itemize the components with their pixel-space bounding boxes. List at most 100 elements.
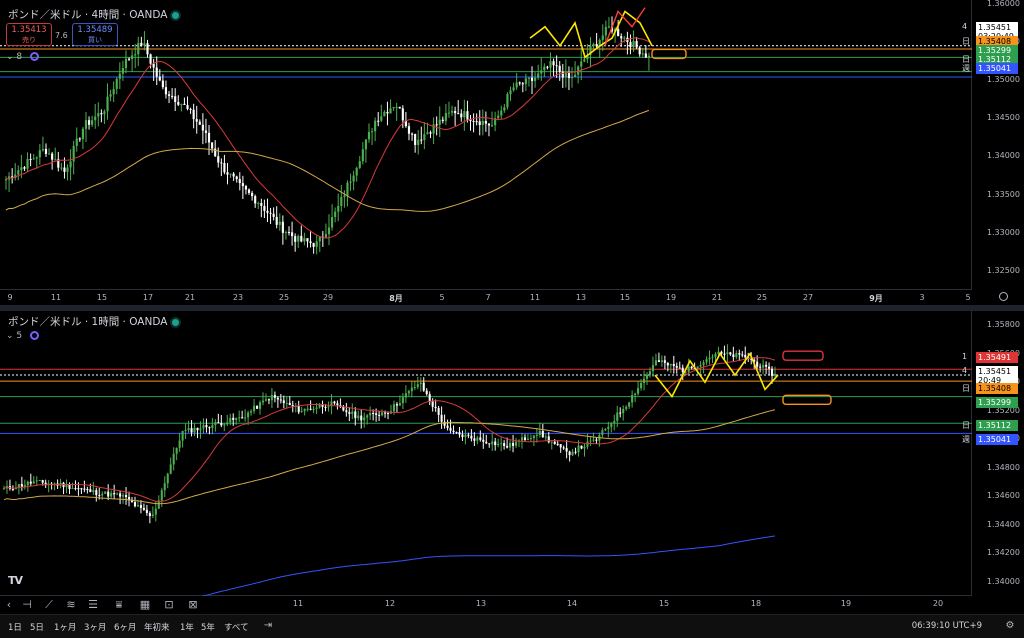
candle-body: [101, 493, 104, 496]
candle-body: [494, 441, 497, 446]
tf-5d[interactable]: 5日: [30, 621, 44, 633]
candle-body: [457, 113, 460, 115]
time-axis-4h[interactable]: 9 11 15 17 21 23 25 29 8月 5 7 11 13 15 19 21 25 27 9月 3 5: [0, 293, 972, 305]
time-tick: 3: [919, 293, 925, 302]
tf-ytd[interactable]: 年初来: [144, 621, 170, 633]
candle-body: [306, 408, 309, 410]
candle-body: [543, 66, 546, 71]
fib-tool-icon[interactable]: ≋: [62, 596, 80, 614]
candle-body: [503, 443, 506, 446]
price-scale-4h[interactable]: 1.360001.355001.350001.345001.340001.335…: [962, 0, 1024, 290]
clock-timezone[interactable]: 06:39:10 UTC+9: [912, 621, 982, 631]
time-tick: 12: [384, 599, 396, 608]
chart-pane-1h[interactable]: ポンド／米ドル · 1時間 · OANDA ⌄ 5 1.358001.35600…: [0, 311, 1024, 613]
indicators-toggle-4h[interactable]: ⌄ 8: [6, 52, 40, 62]
price-tick: 1.35000: [986, 75, 1020, 85]
candle-body: [171, 95, 174, 97]
candle-body: [361, 149, 364, 162]
candle-body: [561, 71, 564, 78]
candle-body: [38, 480, 41, 482]
tradingview-logo: TV: [8, 574, 23, 587]
candle-body: [559, 444, 562, 448]
symbol-title-1h[interactable]: ポンド／米ドル · 1時間 · OANDA: [8, 314, 180, 329]
level-tag: 日: [962, 37, 970, 47]
candle-body: [104, 491, 107, 494]
chevron-left-icon[interactable]: ‹: [0, 596, 18, 614]
candle-body: [407, 126, 411, 134]
tf-5y[interactable]: 5年: [201, 621, 215, 633]
trend-line-tool-icon[interactable]: ⟋: [40, 596, 58, 614]
channel-tool-icon[interactable]: ☰: [84, 596, 102, 614]
candle-body: [263, 205, 266, 211]
candle-body: [309, 241, 312, 244]
tf-6m[interactable]: 6ヶ月: [114, 621, 136, 633]
candle-body: [414, 134, 417, 145]
chart-settings-icon[interactable]: ⚙: [1004, 620, 1016, 632]
candle-body: [110, 492, 113, 497]
candle-body: [398, 106, 401, 109]
candle-body: [635, 40, 638, 48]
candle-body: [732, 354, 735, 358]
candle-body: [81, 128, 84, 140]
time-tick: 15: [96, 293, 108, 302]
settings-gear-icon[interactable]: [999, 292, 1008, 301]
goto-date-icon[interactable]: ⇥: [262, 620, 274, 632]
sell-button[interactable]: 1.35413 売り: [6, 23, 52, 46]
time-tick: 20: [932, 599, 944, 608]
time-tick: 5: [965, 293, 971, 302]
candle-body: [217, 156, 220, 163]
tf-1d[interactable]: 1日: [8, 621, 22, 633]
candle-body: [20, 484, 23, 487]
time-tick: 15: [619, 293, 631, 302]
candle-body: [702, 362, 705, 366]
candle-body: [512, 442, 515, 446]
candle-body: [413, 387, 416, 389]
horizontal-line-tool-icon[interactable]: ⊣: [18, 596, 36, 614]
candle-body: [223, 424, 226, 426]
tf-3m[interactable]: 3ヶ月: [84, 621, 106, 633]
candle-body: [276, 397, 279, 400]
candle-body: [336, 403, 339, 406]
candles-4h[interactable]: [0, 0, 972, 290]
candle-body: [140, 42, 143, 46]
brush-tool-icon[interactable]: ⊠: [184, 596, 202, 614]
rectangle-tool-icon[interactable]: ⊡: [160, 596, 178, 614]
candle-body: [529, 438, 532, 440]
candle-body: [98, 495, 101, 497]
candle-body: [145, 509, 148, 513]
candle-body: [160, 490, 163, 501]
ma-long-line: [201, 535, 776, 596]
candle-body: [398, 403, 401, 406]
tf-1y[interactable]: 1年: [180, 621, 194, 633]
candle-body: [604, 428, 607, 431]
gann-tool-icon[interactable]: ▦: [136, 596, 154, 614]
candle-body: [158, 76, 161, 81]
candle-body: [337, 205, 340, 212]
candle-body: [155, 67, 158, 77]
time-tick: 29: [322, 293, 334, 302]
price-scale-1h[interactable]: 1.358001.356001.354001.352001.350001.348…: [962, 311, 1024, 596]
candle-body: [297, 405, 300, 413]
candle-body: [266, 210, 269, 213]
candle-body: [312, 243, 315, 247]
candle-body: [756, 361, 759, 367]
buy-button[interactable]: 1.35489 買い: [72, 23, 118, 46]
symbol-title-4h[interactable]: ポンド／米ドル · 4時間 · OANDA: [8, 7, 180, 22]
indicators-toggle-1h[interactable]: ⌄ 5: [6, 331, 40, 341]
candle-body: [384, 412, 387, 414]
candle-body: [198, 121, 201, 125]
candle-body: [333, 401, 336, 404]
candle-body: [71, 488, 74, 490]
chart-pane-4h[interactable]: ポンド／米ドル · 4時間 · OANDA 1.35413 売り 7.6 1.3…: [0, 0, 1024, 305]
buy-price: 1.35489: [77, 25, 113, 35]
pitchfork-tool-icon[interactable]: ⩸: [110, 596, 128, 614]
tf-1m[interactable]: 1ヶ月: [54, 621, 76, 633]
candle-body: [369, 412, 372, 416]
candle-body: [481, 120, 484, 126]
price-tick: 1.34200: [986, 548, 1020, 558]
candles-1h[interactable]: [0, 311, 972, 596]
candle-body: [260, 203, 263, 206]
candle-body: [555, 65, 558, 67]
tf-all[interactable]: すべて: [224, 621, 249, 633]
candle-body: [565, 448, 568, 452]
